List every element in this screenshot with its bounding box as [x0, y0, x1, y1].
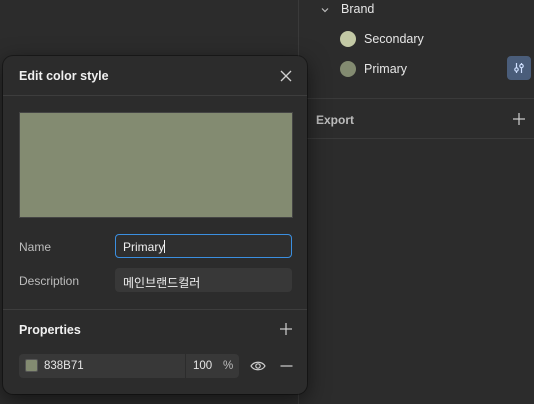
fill-swatch[interactable] [25, 359, 38, 372]
adjust-icon [514, 63, 524, 73]
properties-label: Properties [19, 323, 81, 337]
description-input[interactable]: 메인브랜드컬러 [115, 268, 292, 292]
color-preview [19, 112, 293, 218]
fill-row: 838B71 100 % [19, 354, 239, 378]
eye-icon[interactable] [250, 359, 266, 373]
style-label: Secondary [364, 32, 424, 46]
name-label: Name [19, 240, 52, 254]
name-input-value: Primary [123, 240, 165, 254]
edit-style-button[interactable] [507, 56, 531, 80]
group-label: Brand [341, 2, 375, 16]
fill-hex-input[interactable]: 838B71 [44, 360, 84, 372]
edit-color-style-dialog: Edit color style Name Primary Descriptio… [3, 56, 307, 394]
color-swatch [340, 31, 356, 47]
description-label: Description [19, 274, 80, 288]
description-input-value: 메인브랜드컬러 [123, 276, 201, 290]
remove-fill-button[interactable] [280, 360, 293, 372]
divider [3, 309, 307, 310]
export-label: Export [316, 113, 355, 127]
dialog-title: Edit color style [19, 69, 109, 83]
style-item-primary[interactable]: Primary [299, 56, 534, 82]
close-icon[interactable] [279, 69, 293, 83]
divider [299, 138, 534, 139]
divider [299, 98, 534, 99]
style-label: Primary [364, 62, 408, 76]
add-export-button[interactable] [512, 112, 526, 126]
opacity-unit: % [223, 360, 234, 372]
text-caret [164, 240, 166, 253]
divider [3, 95, 307, 96]
color-swatch [340, 61, 356, 77]
brand-group-header[interactable]: Brand [299, 0, 534, 20]
chevron-down-icon[interactable] [319, 4, 331, 16]
name-input[interactable]: Primary [115, 234, 292, 258]
divider [185, 354, 186, 378]
add-property-button[interactable] [279, 322, 293, 336]
style-item-secondary[interactable]: Secondary [299, 26, 534, 52]
styles-panel: Brand Secondary Primary Export [298, 0, 534, 404]
fill-opacity-input[interactable]: 100 [193, 360, 212, 372]
